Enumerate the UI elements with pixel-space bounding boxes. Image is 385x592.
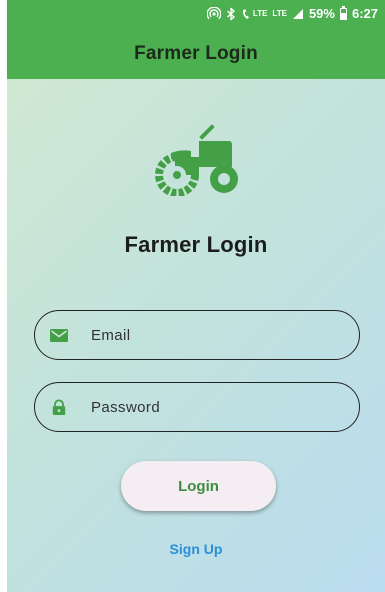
page-title: Farmer Login <box>124 232 268 257</box>
email-input[interactable] <box>91 311 341 359</box>
password-field[interactable] <box>34 382 360 432</box>
email-field[interactable] <box>34 310 360 360</box>
signup-link[interactable]: Sign Up <box>7 541 385 557</box>
clock-time: 6:27 <box>351 6 378 21</box>
email-icon <box>50 329 68 342</box>
battery-icon-wrap <box>339 5 347 21</box>
lock-icon <box>52 399 66 416</box>
password-input[interactable] <box>91 383 341 431</box>
bluetooth-icon <box>226 7 236 21</box>
status-bar: LTE LTE 59% 6:27 <box>206 0 385 27</box>
lte-label: LTE <box>272 8 287 18</box>
login-body: Farmer Login Login Sign Up <box>7 79 385 592</box>
hotspot-icon <box>206 6 221 21</box>
battery-icon <box>339 5 347 20</box>
signal-icon <box>292 7 304 21</box>
app-screen: LTE LTE 59% 6:27 Farmer Login Farmer Log… <box>0 0 385 592</box>
app-bar-title: Farmer Login <box>134 43 258 64</box>
lte-call-icon: LTE <box>241 7 268 21</box>
app-bar: LTE LTE 59% 6:27 Farmer Login <box>7 0 385 79</box>
login-button[interactable]: Login <box>121 461 276 511</box>
tractor-icon <box>155 124 238 196</box>
lte-small-label: LTE <box>252 8 268 18</box>
lte-indicator: LTE <box>272 7 287 21</box>
battery-percent: 59% <box>308 6 335 21</box>
